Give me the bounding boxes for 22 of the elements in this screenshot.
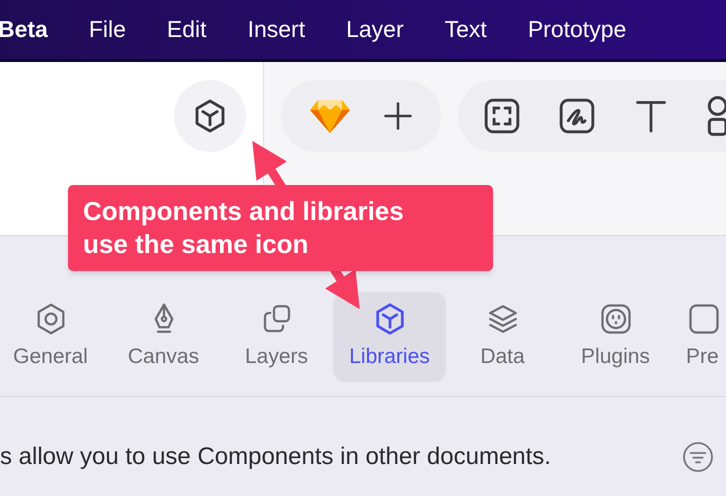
text-tool-icon[interactable] [633, 98, 669, 134]
filter-icon[interactable] [682, 441, 714, 473]
frame-icon[interactable] [483, 97, 521, 135]
menu-item[interactable]: Text [444, 12, 487, 47]
diamond-logo-icon[interactable] [309, 98, 351, 134]
settings-tab[interactable]: General [0, 292, 107, 382]
settings-tab[interactable]: Canvas [107, 292, 220, 382]
scribble-icon[interactable] [558, 97, 596, 135]
settings-tab[interactable]: Layers [220, 292, 333, 382]
menu-item[interactable]: Edit [166, 12, 207, 47]
menu-item[interactable]: File [88, 12, 126, 47]
settings-tab[interactable]: Data [446, 292, 559, 382]
callout-text: Components and libraries use the same icon [83, 195, 405, 261]
menu-item[interactable]: Layer [346, 12, 404, 47]
shapes-icon[interactable] [706, 96, 726, 136]
menu-item[interactable]: Insert [248, 12, 306, 47]
settings-tab[interactable]: Libraries [333, 292, 446, 382]
settings-tab[interactable]: Plugins [559, 292, 672, 382]
menu-item[interactable]: Prototype [528, 12, 626, 47]
description-text: s allow you to use Components in other documents. [0, 442, 551, 472]
settings-tab[interactable]: Pre [672, 292, 726, 382]
plus-icon[interactable] [383, 101, 413, 131]
